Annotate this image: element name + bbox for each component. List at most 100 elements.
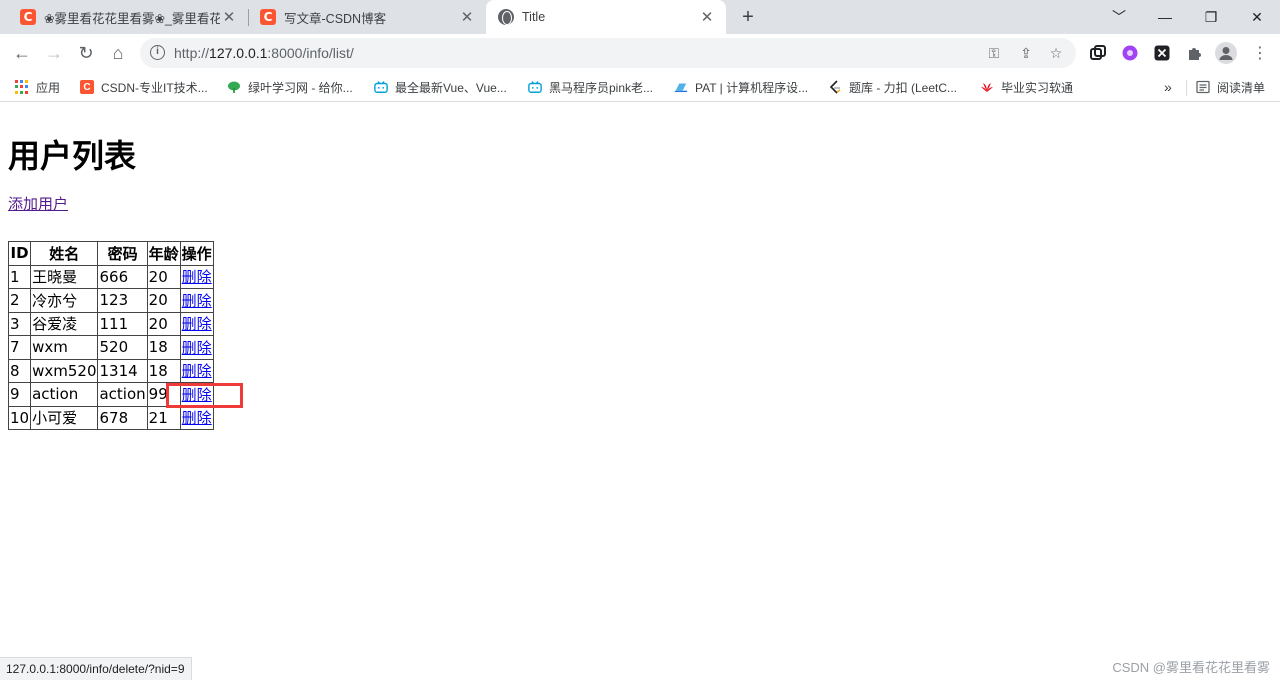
extension-x-icon[interactable] bbox=[1152, 43, 1172, 63]
csdn-icon: C bbox=[260, 9, 276, 25]
csdn-icon: C bbox=[80, 80, 94, 94]
bookmark-label: 题库 - 力扣 (LeetC... bbox=[849, 80, 958, 95]
column-header-password: 密码 bbox=[97, 241, 148, 266]
address-url[interactable]: http://127.0.0.1:8000/info/list/ bbox=[174, 45, 354, 61]
new-tab-button[interactable]: + bbox=[736, 6, 760, 28]
cell-password: 123 bbox=[97, 288, 148, 313]
extensions-puzzle-icon[interactable] bbox=[1184, 43, 1204, 63]
delete-link[interactable]: 删除 bbox=[182, 409, 212, 427]
cell-action: 删除 bbox=[179, 288, 214, 313]
restore-button[interactable]: ❐ bbox=[1188, 0, 1234, 34]
forward-button[interactable]: → bbox=[40, 39, 68, 67]
bookmark-huawei[interactable]: 毕业实习软通 bbox=[980, 78, 1073, 96]
cell-password: 1314 bbox=[97, 358, 148, 383]
cell-password: 520 bbox=[97, 335, 148, 360]
reading-list-button[interactable]: 阅读清单 bbox=[1196, 78, 1265, 96]
bookmark-star-icon[interactable]: ☆ bbox=[1046, 43, 1066, 63]
bookmark-leetcode[interactable]: 题库 - 力扣 (LeetC... bbox=[828, 78, 957, 96]
delete-link[interactable]: 删除 bbox=[182, 268, 212, 286]
apps-grid-icon bbox=[15, 80, 29, 94]
delete-link[interactable]: 删除 bbox=[182, 292, 212, 310]
bilibili-icon bbox=[374, 80, 388, 94]
cell-id: 10 bbox=[7, 405, 32, 430]
home-button[interactable]: ⌂ bbox=[104, 39, 132, 67]
cell-action: 删除 bbox=[179, 311, 214, 336]
column-header-age: 年龄 bbox=[146, 241, 181, 266]
delete-link[interactable]: 删除 bbox=[182, 362, 212, 380]
profile-avatar-icon[interactable] bbox=[1214, 41, 1238, 65]
table-row: 7 wxm 520 18 删除 bbox=[7, 335, 214, 360]
table-row: 8 wxm520 1314 18 删除 bbox=[7, 358, 214, 383]
cell-name: 小可爱 bbox=[30, 405, 99, 430]
bookmark-label: 阅读清单 bbox=[1217, 80, 1266, 95]
column-header-id: ID bbox=[7, 241, 32, 266]
globe-icon bbox=[498, 9, 514, 25]
page-title: 用户列表 bbox=[8, 137, 137, 175]
tab-search-chevron-icon[interactable]: ﹀ bbox=[1096, 0, 1142, 34]
bookmark-pink[interactable]: 黑马程序员pink老... bbox=[528, 78, 653, 96]
reading-list-icon bbox=[1196, 80, 1210, 94]
window-close-button[interactable]: ✕ bbox=[1234, 0, 1280, 34]
bookmark-pat[interactable]: PAT | 计算机程序设... bbox=[674, 78, 808, 96]
bookmark-label: CSDN-专业IT技术... bbox=[101, 80, 208, 95]
cell-id: 8 bbox=[7, 358, 32, 383]
column-header-action: 操作 bbox=[179, 241, 214, 266]
status-bar-url: 127.0.0.1:8000/info/delete/?nid=9 bbox=[0, 657, 192, 680]
delete-link[interactable]: 删除 bbox=[182, 339, 212, 357]
site-info-icon[interactable]: i bbox=[150, 45, 165, 60]
close-icon[interactable]: ✕ bbox=[220, 8, 238, 26]
tab-strip: C ❀雾里看花花里看雾❀_雾里看花 ✕ C 写文章-CSDN博客 ✕ Title… bbox=[0, 0, 1280, 34]
tab-title-active[interactable]: Title ✕ bbox=[486, 0, 726, 34]
cell-id: 1 bbox=[7, 264, 32, 289]
cell-id: 7 bbox=[7, 335, 32, 360]
table-row: 10 小可爱 678 21 删除 bbox=[7, 405, 214, 430]
cell-password: 678 bbox=[97, 405, 148, 430]
bookmark-vue[interactable]: 最全最新Vue、Vue... bbox=[374, 78, 507, 96]
cell-name: wxm520 bbox=[30, 358, 99, 383]
cell-name: 冷亦兮 bbox=[30, 288, 99, 313]
cell-action: 删除 bbox=[179, 405, 214, 430]
close-icon[interactable]: ✕ bbox=[698, 8, 716, 26]
bookmark-csdn[interactable]: C CSDN-专业IT技术... bbox=[80, 78, 208, 96]
tab-csdn-write[interactable]: C 写文章-CSDN博客 ✕ bbox=[248, 0, 486, 34]
add-user-link[interactable]: 添加用户 bbox=[8, 193, 68, 214]
back-button[interactable]: ← bbox=[8, 39, 36, 67]
cell-age: 18 bbox=[146, 358, 181, 383]
cell-age: 21 bbox=[146, 405, 181, 430]
bookmark-label: 毕业实习软通 bbox=[1001, 80, 1074, 95]
extension-purple-icon[interactable] bbox=[1120, 43, 1140, 63]
extension-copy-icon[interactable] bbox=[1088, 43, 1108, 63]
cell-name: 谷爱凌 bbox=[30, 311, 99, 336]
table-row: 3 谷爱凌 111 20 删除 bbox=[7, 311, 214, 336]
cell-action: 删除 bbox=[179, 264, 214, 289]
address-bar[interactable]: i http://127.0.0.1:8000/info/list/ ⚿ ⇪ ☆ bbox=[140, 38, 1076, 68]
reload-button[interactable]: ↻ bbox=[72, 39, 100, 67]
pat-icon bbox=[674, 80, 688, 94]
bookmark-label: 绿叶学习网 - 给你... bbox=[248, 80, 353, 95]
table-row: 2 冷亦兮 123 20 删除 bbox=[7, 288, 214, 313]
bookmarks-overflow-button[interactable]: » bbox=[1164, 78, 1172, 96]
cell-id: 3 bbox=[7, 311, 32, 336]
delete-link[interactable]: 删除 bbox=[182, 315, 212, 333]
cell-name: action bbox=[30, 382, 99, 407]
watermark: CSDN @雾里看花花里看雾 bbox=[1112, 660, 1270, 675]
key-icon[interactable]: ⚿ bbox=[984, 43, 1004, 63]
bookmarks-divider bbox=[1186, 80, 1187, 96]
cell-age: 20 bbox=[146, 311, 181, 336]
browser-toolbar: ← → ↻ ⌂ i http://127.0.0.1:8000/info/lis… bbox=[0, 34, 1280, 72]
cell-name: wxm bbox=[30, 335, 99, 360]
cell-password: 111 bbox=[97, 311, 148, 336]
share-icon[interactable]: ⇪ bbox=[1016, 43, 1036, 63]
bookmark-lvye[interactable]: 绿叶学习网 - 给你... bbox=[227, 78, 353, 96]
bookmark-label: 应用 bbox=[36, 80, 61, 95]
leetcode-icon bbox=[828, 80, 842, 94]
minimize-button[interactable]: — bbox=[1142, 0, 1188, 34]
bookmark-apps[interactable]: 应用 bbox=[15, 78, 60, 96]
tab-title: 写文章-CSDN博客 bbox=[284, 11, 387, 26]
huawei-icon bbox=[980, 80, 994, 94]
tab-csdn-blog[interactable]: C ❀雾里看花花里看雾❀_雾里看花 ✕ bbox=[8, 0, 248, 34]
menu-kebab-icon[interactable]: ⋮ bbox=[1250, 43, 1270, 63]
bilibili-icon bbox=[528, 80, 542, 94]
close-icon[interactable]: ✕ bbox=[458, 8, 476, 26]
csdn-icon: C bbox=[20, 9, 36, 25]
